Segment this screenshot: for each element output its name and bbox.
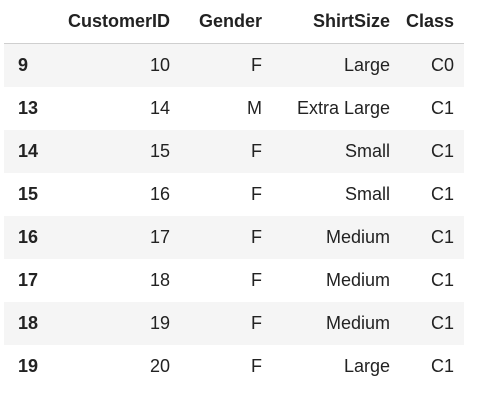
cell-shirtsize: Medium — [325, 270, 390, 290]
table-row: 13 14 M Extra Large C1 — [4, 87, 464, 130]
cell-class: C1 — [430, 184, 454, 204]
cell-customerid: 14 — [149, 98, 170, 118]
cell-customerid: 16 — [149, 184, 170, 204]
row-index: 18 — [18, 313, 39, 333]
cell-shirtsize: Small — [344, 141, 390, 161]
cell-class: C1 — [430, 356, 454, 376]
column-header-class: Class — [400, 0, 464, 44]
table-row: 14 15 F Small C1 — [4, 130, 464, 173]
row-index: 9 — [18, 55, 29, 75]
cell-customerid: 19 — [149, 313, 170, 333]
cell-shirtsize: Medium — [325, 227, 390, 247]
table-body: 9 10 F Large C0 13 14 M Extra Large C1 1… — [4, 43, 464, 388]
row-index: 15 — [18, 184, 39, 204]
cell-gender: F — [251, 141, 262, 161]
row-index: 14 — [18, 141, 39, 161]
cell-customerid: 10 — [149, 55, 170, 75]
index-header — [4, 0, 52, 44]
cell-gender: F — [251, 313, 262, 333]
cell-class: C1 — [430, 313, 454, 333]
table-row: 19 20 F Large C1 — [4, 345, 464, 388]
cell-class: C1 — [430, 98, 454, 118]
cell-customerid: 18 — [149, 270, 170, 290]
dataframe-output: CustomerID Gender ShirtSize Class 9 10 F… — [4, 0, 464, 388]
table-row: 18 19 F Medium C1 — [4, 302, 464, 345]
row-index: 16 — [18, 227, 39, 247]
cell-class: C1 — [430, 227, 454, 247]
cell-shirtsize: Extra Large — [296, 98, 390, 118]
cell-customerid: 20 — [149, 356, 170, 376]
table-row: 9 10 F Large C0 — [4, 43, 464, 87]
column-header-gender: Gender — [180, 0, 272, 44]
row-index: 17 — [18, 270, 39, 290]
cell-shirtsize: Medium — [325, 313, 390, 333]
cell-shirtsize: Large — [343, 356, 390, 376]
cell-shirtsize: Small — [344, 184, 390, 204]
cell-class: C1 — [430, 141, 454, 161]
cell-gender: F — [251, 55, 262, 75]
cell-shirtsize: Large — [343, 55, 390, 75]
row-index: 13 — [18, 98, 39, 118]
table-row: 15 16 F Small C1 — [4, 173, 464, 216]
cell-gender: F — [251, 227, 262, 247]
cell-gender: F — [251, 184, 262, 204]
table-row: 16 17 F Medium C1 — [4, 216, 464, 259]
column-header-shirtsize: ShirtSize — [272, 0, 400, 44]
cell-gender: F — [251, 270, 262, 290]
dataframe-table: CustomerID Gender ShirtSize Class 9 10 F… — [4, 0, 464, 388]
cell-class: C0 — [430, 55, 454, 75]
column-header-customerid: CustomerID — [52, 0, 180, 44]
cell-gender: F — [251, 356, 262, 376]
header-row: CustomerID Gender ShirtSize Class — [4, 0, 464, 44]
cell-gender: M — [247, 98, 262, 118]
row-index: 19 — [18, 356, 39, 376]
table-header: CustomerID Gender ShirtSize Class — [4, 0, 464, 44]
cell-class: C1 — [430, 270, 454, 290]
cell-customerid: 17 — [149, 227, 170, 247]
cell-customerid: 15 — [149, 141, 170, 161]
table-row: 17 18 F Medium C1 — [4, 259, 464, 302]
